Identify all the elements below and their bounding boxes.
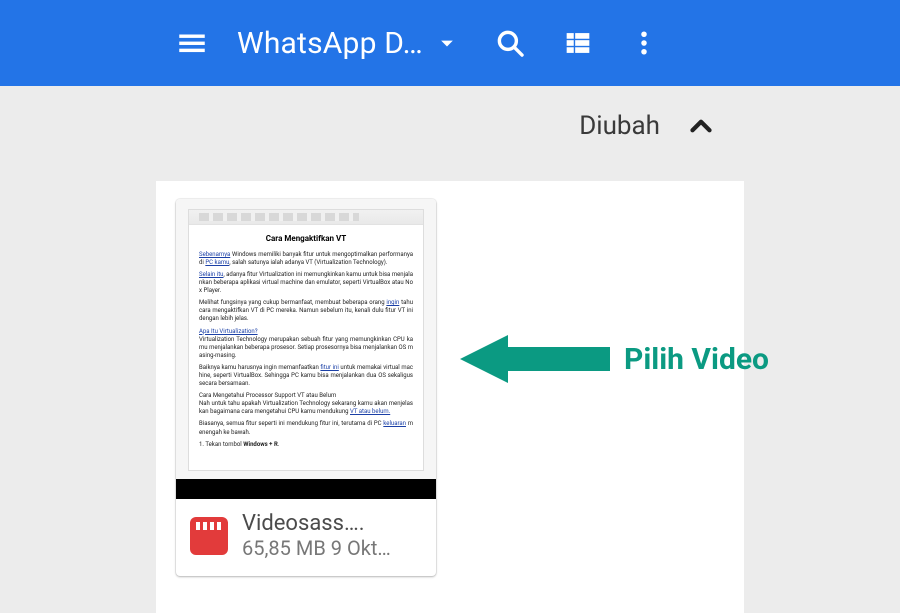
file-name: Videosass…. [242,511,422,536]
file-list: Cara Mengaktifkan VT Sebenarnya Windows … [156,181,744,613]
page-title: WhatsApp D… [237,26,423,61]
sort-row[interactable]: Diubah [156,86,744,166]
thumb-doc-title: Cara Mengaktifkan VT [199,234,413,245]
file-card-footer: Videosass…. 65,85 MB 9 Okt… [176,499,436,576]
search-icon[interactable] [493,26,527,60]
chevron-down-icon [433,29,461,57]
chevron-up-icon [684,109,718,143]
view-list-icon[interactable] [561,26,595,60]
sort-label: Diubah [579,111,660,141]
file-card[interactable]: Cara Mengaktifkan VT Sebenarnya Windows … [176,199,436,576]
file-meta: 65,85 MB 9 Okt… [242,536,422,560]
menu-icon[interactable] [175,26,209,60]
folder-title-dropdown[interactable]: WhatsApp D… [237,26,461,61]
overflow-menu-icon[interactable] [629,28,659,58]
app-bar: WhatsApp D… [0,0,900,86]
page-surface: Diubah Cara Mengaktifkan VT Sebenarnya W… [156,86,744,613]
thumbnail-media-strip [176,479,436,499]
video-file-icon [190,517,228,555]
file-thumbnail: Cara Mengaktifkan VT Sebenarnya Windows … [176,199,436,479]
